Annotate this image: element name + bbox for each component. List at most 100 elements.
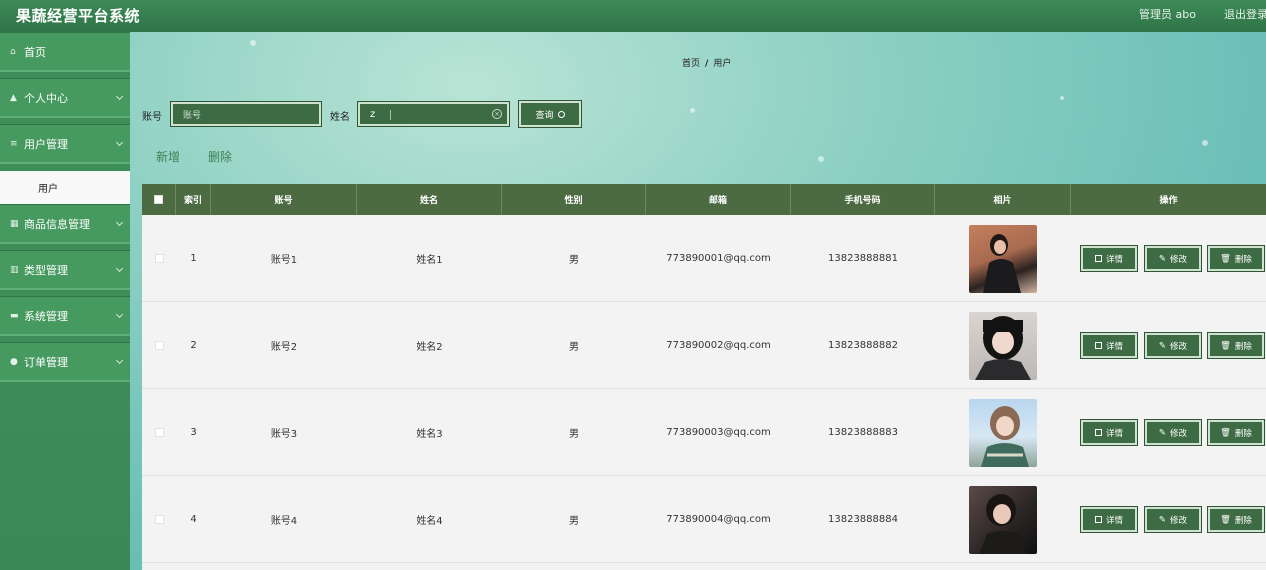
edit-label: 修改 (1170, 515, 1188, 526)
cell-ops: 详情 ✎ 修改 🗑 删除 (1071, 215, 1266, 302)
portrait-image (983, 233, 1021, 293)
remove-button[interactable]: 🗑 删除 (1207, 506, 1265, 533)
sidebar-item-label: 个人中心 (24, 91, 68, 105)
cell-account: 账号1 (270, 255, 298, 266)
chevron-down-icon (115, 138, 124, 147)
query-button-label: 查询 (535, 110, 554, 121)
edit-label: 修改 (1170, 428, 1188, 439)
header-name: 姓名 (357, 184, 502, 215)
edit-button[interactable]: ✎ 修改 (1144, 245, 1202, 272)
cell-ops: 详情 ✎ 修改 🗑 删除 (1071, 302, 1266, 389)
sidebar-item-personal[interactable]: ▲ 个人中心 (0, 78, 130, 118)
remove-button[interactable]: 🗑 删除 (1207, 245, 1265, 272)
delete-button[interactable]: 删除 (208, 148, 232, 165)
cell-index: 1 (190, 253, 197, 264)
chevron-down-icon (115, 92, 124, 101)
sidebar-item-users[interactable]: ≡ 用户管理 (0, 124, 130, 164)
cell-account: 账号3 (270, 429, 298, 440)
detail-button[interactable]: 详情 (1080, 419, 1138, 446)
cell-gender: 男 (569, 516, 579, 527)
main-content: 首页 / 用户 账号 账号 姓名 z × 查询 新增 删除 索引 账号 姓名 性别 … (130, 32, 1266, 570)
header-ops: 操作 (1159, 196, 1178, 206)
clear-icon[interactable]: × (492, 109, 502, 119)
detail-button[interactable]: 详情 (1080, 332, 1138, 359)
sidebar-item-home[interactable]: ⌂ 首页 (0, 32, 130, 72)
cell-phone: 13823888882 (828, 340, 898, 351)
edit-label: 修改 (1170, 254, 1188, 265)
cell-gender: 男 (569, 255, 579, 266)
row-checkbox[interactable] (154, 341, 164, 350)
cell-phone: 13823888881 (828, 253, 898, 264)
cell-email: 773890003@qq.com (666, 427, 771, 438)
sidebar-subitem-user[interactable]: 用户 (0, 171, 130, 204)
select-all-checkbox[interactable] (154, 195, 163, 204)
header-phone: 手机号码 (791, 184, 935, 215)
list-icon: ≡ (10, 138, 18, 149)
account-input[interactable]: 账号 (170, 101, 322, 127)
remove-label: 删除 (1234, 515, 1252, 526)
pencil-icon: ✎ (1158, 253, 1167, 264)
chevron-down-icon (115, 310, 124, 319)
table-row: 1 账号1 姓名1 男 773890001@qq.com 13823888881… (142, 215, 1266, 302)
cell-name: 姓名2 (416, 342, 443, 353)
document-icon (1094, 342, 1102, 349)
row-select (142, 389, 176, 476)
system-icon: ▬ (10, 310, 19, 321)
name-label: 姓名 (330, 112, 350, 123)
pin-icon: ● (10, 356, 18, 367)
cell-email: 773890004@qq.com (666, 514, 771, 525)
edit-button[interactable]: ✎ 修改 (1144, 332, 1202, 359)
user-photo[interactable] (969, 398, 1037, 467)
cell-email: 773890002@qq.com (666, 340, 771, 351)
remove-button[interactable]: 🗑 删除 (1207, 419, 1265, 446)
user-photo[interactable] (969, 485, 1037, 554)
edit-button[interactable]: ✎ 修改 (1144, 419, 1202, 446)
remove-button[interactable]: 🗑 删除 (1207, 332, 1265, 359)
sidebar-item-system[interactable]: ▬ 系统管理 (0, 296, 130, 336)
sidebar-item-label: 订单管理 (24, 355, 68, 369)
name-input[interactable]: z × (357, 101, 510, 127)
trash-icon: 🗑 (1220, 253, 1231, 264)
pencil-icon: ✎ (1158, 514, 1167, 525)
query-button[interactable]: 查询 (518, 100, 582, 128)
decor-bubble (690, 108, 695, 113)
detail-button[interactable]: 详情 (1080, 506, 1138, 533)
cell-gender: 男 (569, 342, 579, 353)
user-photo[interactable] (969, 311, 1037, 380)
search-icon (557, 110, 565, 118)
breadcrumb: 首页 / 用户 (682, 56, 731, 69)
sidebar-item-types[interactable]: ▥ 类型管理 (0, 250, 130, 290)
sidebar-item-orders[interactable]: ● 订单管理 (0, 342, 130, 382)
breadcrumb-home[interactable]: 首页 (682, 59, 700, 69)
edit-button[interactable]: ✎ 修改 (1144, 506, 1202, 533)
cell-photo (935, 389, 1071, 476)
edit-label: 修改 (1170, 341, 1188, 352)
portrait-image (979, 493, 1027, 554)
sidebar-item-label: 用户管理 (24, 137, 68, 151)
document-icon (1094, 516, 1102, 523)
row-checkbox[interactable] (154, 428, 164, 437)
header-select-all (142, 184, 176, 215)
table-row: 4 账号4 姓名4 男 773890004@qq.com 13823888884… (142, 476, 1266, 563)
logout-link[interactable]: 退出登录 (1224, 6, 1266, 22)
cell-photo (935, 476, 1071, 563)
trash-icon: 🗑 (1220, 514, 1231, 525)
chart-icon: ▥ (10, 264, 19, 275)
breadcrumb-separator: / (705, 59, 709, 69)
chevron-down-icon (115, 264, 124, 273)
cell-gender: 男 (569, 429, 579, 440)
chevron-down-icon (115, 356, 124, 365)
header-index: 索引 (176, 184, 211, 215)
trash-icon: 🗑 (1220, 427, 1231, 438)
detail-button[interactable]: 详情 (1080, 245, 1138, 272)
chevron-down-icon (115, 218, 124, 227)
remove-label: 删除 (1234, 428, 1252, 439)
table-row: 3 账号3 姓名3 男 773890003@qq.com 13823888883… (142, 389, 1266, 476)
user-photo[interactable] (969, 224, 1037, 293)
add-button[interactable]: 新增 (156, 148, 180, 165)
sidebar-item-goods[interactable]: ▦ 商品信息管理 (0, 204, 130, 244)
pencil-icon: ✎ (1158, 340, 1167, 351)
row-checkbox[interactable] (154, 254, 164, 263)
header-email: 邮箱 (646, 184, 791, 215)
row-checkbox[interactable] (154, 515, 164, 524)
